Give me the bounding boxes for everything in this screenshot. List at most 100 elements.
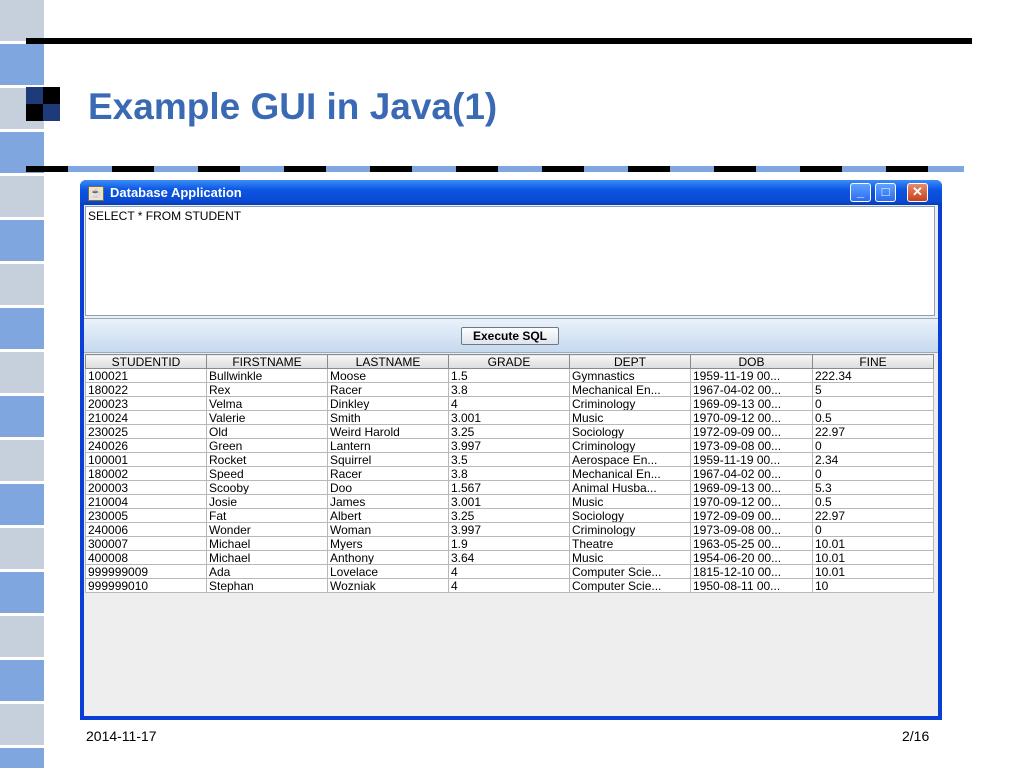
table-cell[interactable]: 1959-11-19 00... <box>690 368 813 383</box>
table-cell[interactable]: 1959-11-19 00... <box>690 452 813 467</box>
table-cell[interactable]: Rex <box>206 382 328 397</box>
table-cell[interactable]: 1950-08-11 00... <box>690 578 813 593</box>
table-row[interactable]: 200023 Velma Dinkley 4 Criminology 1969-09-13… <box>85 396 934 411</box>
table-cell[interactable]: Criminology <box>569 396 691 411</box>
table-cell[interactable]: Racer <box>327 382 449 397</box>
table-cell[interactable]: Speed <box>206 466 328 481</box>
maximize-button[interactable]: □ <box>875 183 896 202</box>
table-cell[interactable]: Gymnastics <box>569 368 691 383</box>
table-cell[interactable]: 1972-09-09 00... <box>690 508 813 523</box>
java-app-icon[interactable]: ☕ <box>88 186 104 201</box>
table-cell[interactable]: 400008 <box>85 550 207 565</box>
table-cell[interactable]: Music <box>569 550 691 565</box>
table-row[interactable]: 180022 Rex Racer 3.8 Mechanical En... 1967-04… <box>85 382 934 397</box>
table-cell[interactable]: 5 <box>812 382 934 397</box>
table-cell[interactable]: 3.64 <box>448 550 570 565</box>
table-cell[interactable]: 10.01 <box>812 564 934 579</box>
table-cell[interactable]: Wonder <box>206 522 328 537</box>
table-cell[interactable]: Lovelace <box>327 564 449 579</box>
table-row[interactable]: 100001 Rocket Squirrel 3.5 Aerospace En... 19… <box>85 452 934 467</box>
table-cell[interactable]: Michael <box>206 536 328 551</box>
table-cell[interactable]: Criminology <box>569 438 691 453</box>
table-cell[interactable]: 100021 <box>85 368 207 383</box>
column-header[interactable]: DEPT <box>569 354 691 369</box>
table-cell[interactable]: Fat <box>206 508 328 523</box>
table-cell[interactable]: 3.997 <box>448 522 570 537</box>
table-cell[interactable]: Racer <box>327 466 449 481</box>
table-cell[interactable]: 1969-09-13 00... <box>690 480 813 495</box>
minimize-button[interactable]: _ <box>850 183 871 202</box>
table-cell[interactable]: Michael <box>206 550 328 565</box>
table-cell[interactable]: Squirrel <box>327 452 449 467</box>
column-header[interactable]: GRADE <box>448 354 570 369</box>
table-cell[interactable]: 300007 <box>85 536 207 551</box>
table-cell[interactable]: Valerie <box>206 410 328 425</box>
table-cell[interactable]: 210004 <box>85 494 207 509</box>
close-button[interactable]: ✕ <box>907 183 928 202</box>
table-cell[interactable]: Moose <box>327 368 449 383</box>
table-cell[interactable]: 230025 <box>85 424 207 439</box>
table-cell[interactable]: 3.8 <box>448 466 570 481</box>
table-cell[interactable]: 230005 <box>85 508 207 523</box>
table-row[interactable]: 240026 Green Lantern 3.997 Criminology 1973-0… <box>85 438 934 453</box>
table-row[interactable]: 999999009 Ada Lovelace 4 Computer Scie... 181… <box>85 564 934 579</box>
table-cell[interactable]: James <box>327 494 449 509</box>
table-cell[interactable]: Dinkley <box>327 396 449 411</box>
table-cell[interactable]: Mechanical En... <box>569 382 691 397</box>
table-row[interactable]: 210024 Valerie Smith 3.001 Music 1970-09-12 0… <box>85 410 934 425</box>
table-cell[interactable]: 0 <box>812 466 934 481</box>
table-cell[interactable]: 1969-09-13 00... <box>690 396 813 411</box>
column-header[interactable]: FINE <box>812 354 934 369</box>
table-cell[interactable]: 240006 <box>85 522 207 537</box>
table-cell[interactable]: 240026 <box>85 438 207 453</box>
table-cell[interactable]: 10 <box>812 578 934 593</box>
table-cell[interactable]: 1963-05-25 00... <box>690 536 813 551</box>
table-cell[interactable]: 3.25 <box>448 508 570 523</box>
table-cell[interactable]: Scooby <box>206 480 328 495</box>
table-row[interactable]: 180002 Speed Racer 3.8 Mechanical En... 1967-… <box>85 466 934 481</box>
table-cell[interactable]: 5.3 <box>812 480 934 495</box>
table-cell[interactable]: 1815-12-10 00... <box>690 564 813 579</box>
table-cell[interactable]: Myers <box>327 536 449 551</box>
table-cell[interactable]: Mechanical En... <box>569 466 691 481</box>
table-cell[interactable]: Theatre <box>569 536 691 551</box>
table-cell[interactable]: 1.5 <box>448 368 570 383</box>
table-cell[interactable]: Criminology <box>569 522 691 537</box>
table-cell[interactable]: 4 <box>448 396 570 411</box>
column-header[interactable]: LASTNAME <box>327 354 449 369</box>
table-cell[interactable]: 3.8 <box>448 382 570 397</box>
table-cell[interactable]: Albert <box>327 508 449 523</box>
table-cell[interactable]: 1.567 <box>448 480 570 495</box>
table-row[interactable]: 240006 Wonder Woman 3.997 Criminology 1973-09… <box>85 522 934 537</box>
table-cell[interactable]: 222.34 <box>812 368 934 383</box>
table-cell[interactable]: 180022 <box>85 382 207 397</box>
table-cell[interactable]: 22.97 <box>812 424 934 439</box>
table-row[interactable]: 200003 Scooby Doo 1.567 Animal Husba... 1969-… <box>85 480 934 495</box>
table-cell[interactable]: 1954-06-20 00... <box>690 550 813 565</box>
table-cell[interactable]: Wozniak <box>327 578 449 593</box>
table-cell[interactable]: Bullwinkle <box>206 368 328 383</box>
table-cell[interactable]: 1972-09-09 00... <box>690 424 813 439</box>
table-cell[interactable]: Velma <box>206 396 328 411</box>
table-cell[interactable]: Music <box>569 494 691 509</box>
table-cell[interactable]: Lantern <box>327 438 449 453</box>
table-row[interactable]: 300007 Michael Myers 1.9 Theatre 1963-05-25 0… <box>85 536 934 551</box>
table-cell[interactable]: Aerospace En... <box>569 452 691 467</box>
table-cell[interactable]: Ada <box>206 564 328 579</box>
table-cell[interactable]: 10.01 <box>812 536 934 551</box>
table-row[interactable]: 100021 Bullwinkle Moose 1.5 Gymnastics 1959-1… <box>85 368 934 383</box>
table-cell[interactable]: Josie <box>206 494 328 509</box>
table-cell[interactable]: 1.9 <box>448 536 570 551</box>
table-cell[interactable]: Sociology <box>569 508 691 523</box>
table-row[interactable]: 210004 Josie James 3.001 Music 1970-09-12 00.… <box>85 494 934 509</box>
table-cell[interactable]: 180002 <box>85 466 207 481</box>
table-cell[interactable]: Computer Scie... <box>569 564 691 579</box>
table-cell[interactable]: 1970-09-12 00... <box>690 410 813 425</box>
table-cell[interactable]: Weird Harold <box>327 424 449 439</box>
table-cell[interactable]: 1967-04-02 00... <box>690 382 813 397</box>
table-cell[interactable]: 3.25 <box>448 424 570 439</box>
table-cell[interactable]: Anthony <box>327 550 449 565</box>
table-cell[interactable]: 1967-04-02 00... <box>690 466 813 481</box>
column-header[interactable]: STUDENTID <box>85 354 207 369</box>
table-cell[interactable]: 200003 <box>85 480 207 495</box>
